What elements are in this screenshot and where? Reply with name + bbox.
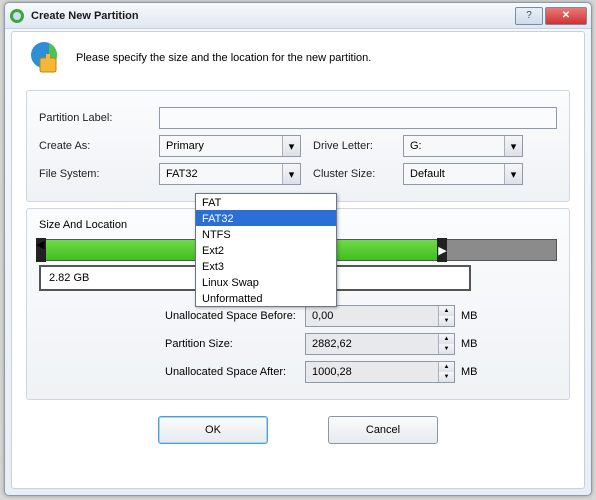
create-as-label: Create As: [39, 140, 159, 152]
intro-text: Please specify the size and the location… [76, 52, 371, 64]
spinner-buttons[interactable]: ▲▼ [438, 334, 454, 354]
space-after-input[interactable]: 1000,28 ▲▼ [305, 361, 455, 383]
unit-mb: MB [461, 366, 491, 378]
file-system-dropdown[interactable]: FATFAT32NTFSExt2Ext3Linux SwapUnformatte… [195, 193, 337, 307]
unallocated-region [442, 240, 556, 260]
intro-row: Please specify the size and the location… [12, 32, 584, 84]
fs-option[interactable]: Linux Swap [196, 274, 336, 290]
space-before-input[interactable]: 0,00 ▲▼ [305, 305, 455, 327]
chevron-down-icon: ▾ [282, 164, 300, 184]
fs-option[interactable]: Unformatted [196, 290, 336, 306]
partition-icon [26, 40, 62, 76]
chevron-down-icon: ▾ [504, 164, 522, 184]
spinner-buttons[interactable]: ▲▼ [438, 306, 454, 326]
titlebar[interactable]: Create New Partition ? ✕ [5, 3, 591, 29]
ok-label: OK [205, 424, 221, 436]
fs-option[interactable]: Ext2 [196, 242, 336, 258]
partition-size-value: 2882,62 [312, 338, 352, 350]
unit-mb: MB [461, 338, 491, 350]
fields-panel: Partition Label: Create As: Primary ▾ Dr… [26, 90, 570, 202]
right-handle[interactable]: ▶ [437, 238, 447, 262]
chevron-down-icon: ▾ [504, 136, 522, 156]
space-after-value: 1000,28 [312, 366, 352, 378]
file-system-label: File System: [39, 168, 159, 180]
close-button[interactable]: ✕ [545, 7, 587, 25]
app-icon [9, 8, 25, 24]
space-after-label: Unallocated Space After: [105, 366, 305, 378]
unit-mb: MB [461, 310, 491, 322]
partition-size-input[interactable]: 2882,62 ▲▼ [305, 333, 455, 355]
cluster-size-label: Cluster Size: [313, 168, 403, 180]
disk-size-text: 2.82 GB [49, 272, 89, 284]
dialog-window: Create New Partition ? ✕ Please specify … [4, 2, 592, 496]
fs-option[interactable]: NTFS [196, 226, 336, 242]
file-system-value: FAT32 [166, 168, 198, 180]
help-button[interactable]: ? [515, 7, 543, 25]
cluster-size-combo[interactable]: Default ▾ [403, 163, 523, 185]
button-row: OK Cancel [12, 416, 584, 444]
file-system-combo[interactable]: FAT32 ▾ [159, 163, 301, 185]
drive-letter-label: Drive Letter: [313, 140, 403, 152]
drive-letter-value: G: [410, 140, 422, 152]
drive-letter-combo[interactable]: G: ▾ [403, 135, 523, 157]
spinner-buttons[interactable]: ▲▼ [438, 362, 454, 382]
partition-size-label: Partition Size: [105, 338, 305, 350]
left-handle[interactable]: ◀ [36, 238, 46, 262]
cancel-button[interactable]: Cancel [328, 416, 438, 444]
chevron-down-icon: ▾ [282, 136, 300, 156]
fs-option[interactable]: FAT32 [196, 210, 336, 226]
space-before-label: Unallocated Space Before: [105, 310, 305, 322]
create-as-combo[interactable]: Primary ▾ [159, 135, 301, 157]
partition-label-input[interactable] [159, 107, 557, 129]
space-before-value: 0,00 [312, 310, 333, 322]
partition-label-label: Partition Label: [39, 112, 159, 124]
fs-option[interactable]: Ext3 [196, 258, 336, 274]
ok-button[interactable]: OK [158, 416, 268, 444]
cluster-size-value: Default [410, 168, 445, 180]
window-title: Create New Partition [31, 10, 513, 22]
create-as-value: Primary [166, 140, 204, 152]
cancel-label: Cancel [366, 424, 400, 436]
size-rows: Unallocated Space Before: 0,00 ▲▼ MB Par… [39, 305, 557, 383]
fs-option[interactable]: FAT [196, 194, 336, 210]
